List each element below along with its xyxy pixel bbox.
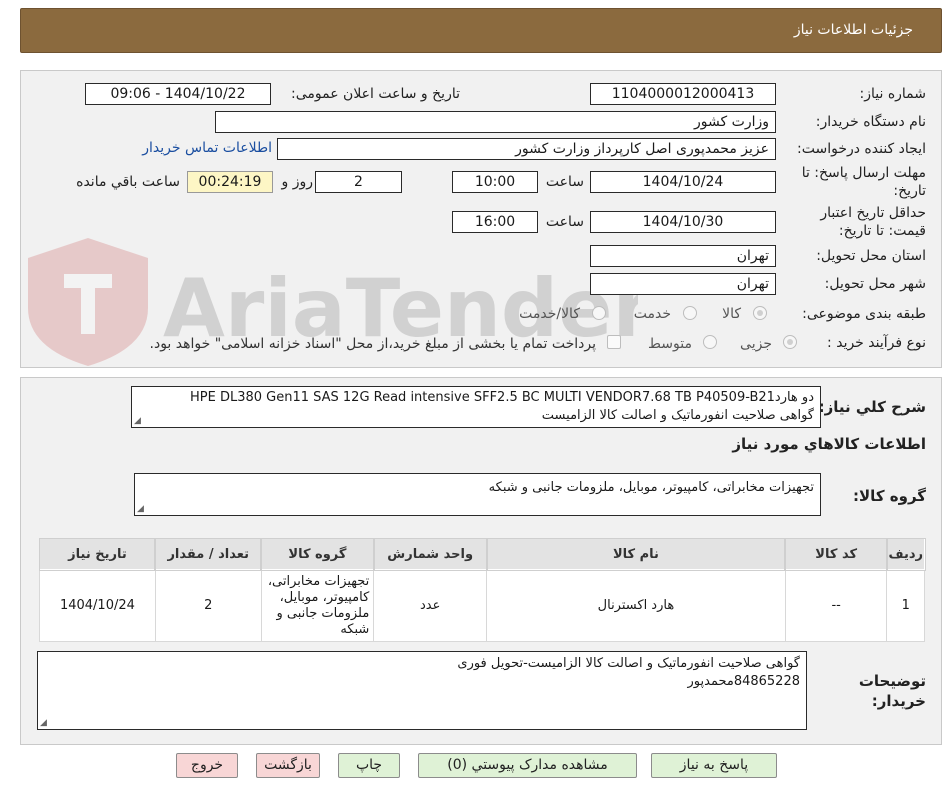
validity-label-line1: حداقل تاریخ اعتبار — [820, 205, 926, 221]
col-code: کد کالا — [784, 537, 888, 571]
buyer-org-label: نام دستگاه خریدار: — [815, 114, 926, 130]
cell-quantity: 2 — [154, 569, 262, 642]
page-header: جزئیات اطلاعات نیاز — [20, 8, 942, 53]
summary-line2: گواهی صلاحیت انفورماتیک و اصالت کالا الز… — [541, 408, 814, 423]
exit-button[interactable]: خروج — [176, 753, 238, 778]
process-medium-label: متوسط — [648, 336, 692, 352]
notes-label-line2: خریدار: — [871, 692, 926, 710]
requester-field: عزیز محمدپوری اصل کارپرداز وزارت کشور — [277, 138, 776, 160]
page-title: جزئیات اطلاعات نیاز — [793, 22, 913, 38]
goods-group-label: گروه کالا: — [853, 487, 926, 505]
process-label: نوع فرآیند خرید : — [827, 335, 926, 351]
col-unit: واحد شمارش — [372, 537, 488, 571]
col-index: ردیف — [885, 537, 926, 571]
table-row: 1 -- هارد اکسترنال عدد تجهیزات مخابراتی،… — [39, 569, 925, 642]
col-quantity: تعداد / مقدار — [154, 537, 263, 571]
summary-label: شرح کلي نياز: — [818, 398, 926, 416]
treasury-checkbox[interactable] — [607, 335, 621, 349]
category-label: طبقه بندی موضوعی: — [802, 306, 926, 322]
goods-group-value: تجهیزات مخابراتی، کامپیوتر، موبایل، ملزو… — [488, 480, 814, 495]
summary-line1: دو هاردHPE DL380 Gen11 SAS 12G Read inte… — [189, 390, 814, 405]
print-button[interactable]: چاپ — [338, 753, 400, 778]
category-goods-service-label: کالا/خدمت — [519, 306, 580, 322]
summary-textarea[interactable]: دو هاردHPE DL380 Gen11 SAS 12G Read inte… — [131, 386, 821, 428]
cell-group-line: ملزومات جانبی و — [276, 605, 370, 621]
validity-date-field: 1404/10/30 — [590, 211, 776, 233]
province-label: استان محل تحویل: — [816, 248, 926, 264]
days-label: روز و — [281, 174, 314, 190]
cell-index: 1 — [886, 569, 925, 642]
buyer-org-field: وزارت کشور — [215, 111, 776, 133]
cell-unit: عدد — [373, 569, 488, 642]
deadline-time-field: 10:00 — [452, 171, 538, 193]
col-group: گروه کالا — [260, 537, 375, 571]
deadline-label-line1: مهلت ارسال پاسخ: تا — [801, 165, 926, 181]
requester-label: ایجاد کننده درخواست: — [797, 141, 926, 157]
notes-line1: گواهی صلاحیت انفورماتیک و اصالت کالا الز… — [457, 656, 800, 671]
city-label: شهر محل تحویل: — [824, 276, 926, 292]
back-button[interactable]: بازگشت — [256, 753, 320, 778]
remaining-label: ساعت باقي مانده — [76, 174, 180, 190]
category-service-label: خدمت — [633, 306, 671, 322]
cell-name: هارد اکسترنال — [486, 569, 786, 642]
need-number-label: شماره نیاز: — [859, 86, 927, 102]
resize-handle-icon[interactable]: ◢ — [134, 417, 141, 426]
deadline-time-label: ساعت — [545, 174, 584, 190]
announce-field: 1404/10/22 - 09:06 — [85, 83, 271, 105]
category-service-radio[interactable] — [683, 306, 697, 320]
need-number-field: 1104000012000413 — [590, 83, 776, 105]
remaining-time-field: 00:24:19 — [187, 171, 273, 193]
days-field: 2 — [315, 171, 402, 193]
deadline-date-field: 1404/10/24 — [590, 171, 776, 193]
items-table: ردیف کد کالا نام کالا واحد شمارش گروه کا… — [38, 537, 926, 642]
attachments-button[interactable]: مشاهده مدارک پیوستي (0) — [418, 753, 637, 778]
payment-note: پرداخت تمام یا بخشی از مبلغ خرید،از محل … — [149, 336, 596, 352]
announce-label: تاریخ و ساعت اعلان عمومی: — [291, 86, 460, 102]
goods-group-textarea[interactable]: تجهیزات مخابراتی، کامپیوتر، موبایل، ملزو… — [134, 473, 821, 516]
notes-line2: 84865228محمدپور — [687, 674, 800, 689]
validity-time-field: 16:00 — [452, 211, 538, 233]
cell-group-line: شبکه — [340, 621, 370, 637]
cell-group: تجهیزات مخابراتی، کامپیوتر، موبایل، ملزو… — [260, 569, 375, 642]
resize-handle-icon[interactable]: ◢ — [40, 719, 47, 728]
category-goods-radio[interactable] — [753, 306, 767, 320]
notes-textarea[interactable]: گواهی صلاحیت انفورماتیک و اصالت کالا الز… — [37, 651, 807, 730]
table-header-row: ردیف کد کالا نام کالا واحد شمارش گروه کا… — [38, 537, 926, 571]
deadline-label-line2: تاریخ: — [893, 183, 926, 199]
goods-section-title: اطلاعات كالاهاي مورد نياز — [732, 435, 926, 453]
process-minor-label: جزیی — [740, 336, 772, 352]
buyer-contact-link[interactable]: اطلاعات تماس خریدار — [142, 140, 272, 156]
reply-button[interactable]: پاسخ به نیاز — [651, 753, 777, 778]
category-goods-service-radio[interactable] — [592, 306, 606, 320]
col-name: نام کالا — [485, 537, 787, 571]
resize-handle-icon[interactable]: ◢ — [137, 505, 144, 514]
province-field: تهران — [590, 245, 776, 267]
cell-group-line: کامپیوتر، موبایل، — [279, 589, 370, 605]
process-medium-radio[interactable] — [703, 335, 717, 349]
cell-code: -- — [784, 569, 888, 642]
validity-label-line2: قیمت: تا تاریخ: — [838, 223, 926, 239]
cell-date: 1404/10/24 — [39, 569, 156, 642]
process-minor-radio[interactable] — [783, 335, 797, 349]
col-date: تاریخ نیاز — [38, 537, 157, 571]
city-field: تهران — [590, 273, 776, 295]
notes-label-line1: توضیحات — [858, 672, 926, 690]
cell-group-line: تجهیزات مخابراتی، — [267, 573, 370, 589]
validity-time-label: ساعت — [545, 214, 584, 230]
category-goods-label: کالا — [722, 306, 741, 322]
